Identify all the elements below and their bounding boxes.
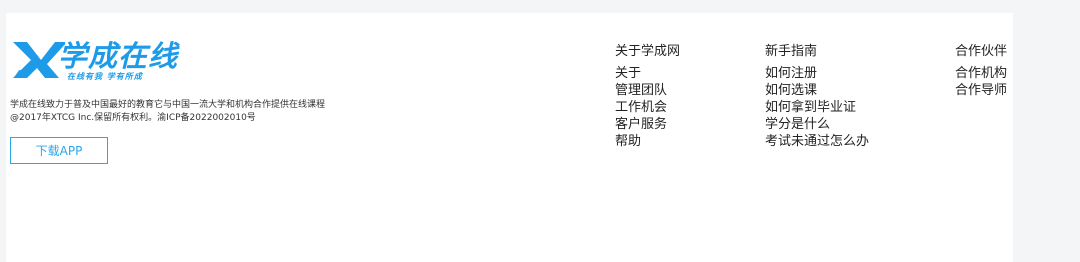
- footer-link-exam-failed[interactable]: 考试未通过怎么办: [765, 133, 869, 150]
- footer-link-management-team[interactable]: 管理团队: [615, 82, 680, 99]
- footer-link-jobs[interactable]: 工作机会: [615, 99, 680, 116]
- footer-link-partner-mentors[interactable]: 合作导师: [955, 82, 1007, 99]
- footer-link-customer-service[interactable]: 客户服务: [615, 116, 680, 133]
- footer-column-partner: 合作伙伴 合作机构 合作导师: [955, 43, 1007, 99]
- site-description: 学成在线致力于普及中国最好的教育它与中国一流大学和机构合作提供在线课程: [10, 100, 326, 110]
- x-logo-icon: [13, 42, 65, 78]
- footer-link-what-is-credit[interactable]: 学分是什么: [765, 116, 869, 133]
- logo-slogan: 在线有我 学有所成: [67, 72, 143, 81]
- download-app-button[interactable]: 下载APP: [10, 137, 108, 164]
- footer-column-about: 关于学成网 关于 管理团队 工作机会 客户服务 帮助: [615, 43, 680, 150]
- footer-link-help[interactable]: 帮助: [615, 133, 680, 150]
- footer-link-about[interactable]: 关于: [615, 65, 680, 82]
- footer-link-partner-institutions[interactable]: 合作机构: [955, 65, 1007, 82]
- copyright-text: @2017年XTCG Inc.保留所有权利。渝ICP备2022002010号: [10, 113, 256, 123]
- footer-link-how-to-choose-course[interactable]: 如何选课: [765, 82, 869, 99]
- site-footer: 学成在线 在线有我 学有所成 学成在线致力于普及中国最好的教育它与中国一流大学和…: [6, 13, 1013, 262]
- brand-logo[interactable]: 学成在线 在线有我 学有所成: [11, 39, 191, 85]
- logo-title: 学成在线: [58, 39, 179, 73]
- column-title: 关于学成网: [615, 44, 681, 59]
- footer-link-how-to-get-certificate[interactable]: 如何拿到毕业证: [765, 99, 869, 116]
- column-title: 合作伙伴: [955, 44, 1008, 59]
- column-title: 新手指南: [765, 44, 818, 59]
- footer-column-guide: 新手指南 如何注册 如何选课 如何拿到毕业证 学分是什么 考试未通过怎么办: [765, 43, 869, 150]
- footer-link-how-to-register[interactable]: 如何注册: [765, 65, 869, 82]
